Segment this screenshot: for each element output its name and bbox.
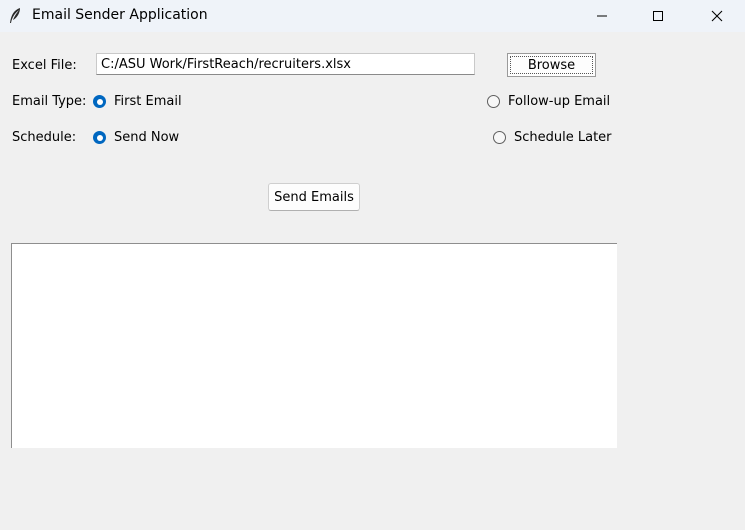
window-title: Email Sender Application	[32, 7, 208, 23]
radio-send-now-label: Send Now	[114, 130, 180, 145]
browse-button[interactable]: Browse	[507, 53, 596, 77]
radio-follow-up-email-label: Follow-up Email	[508, 94, 611, 109]
radio-first-email[interactable]: First Email	[93, 94, 182, 109]
title-bar[interactable]: Email Sender Application	[0, 0, 745, 32]
radio-follow-up-email[interactable]: Follow-up Email	[487, 94, 610, 109]
maximize-button[interactable]	[635, 0, 681, 32]
excel-file-label: Excel File:	[12, 58, 77, 73]
log-textarea[interactable]	[11, 243, 617, 448]
radio-schedule-later-label: Schedule Later	[514, 130, 612, 145]
close-icon	[711, 10, 723, 22]
radio-selected-indicator	[93, 131, 106, 144]
close-button[interactable]	[694, 0, 740, 32]
radio-first-email-label: First Email	[114, 94, 182, 109]
radio-unselected-indicator	[487, 95, 500, 108]
excel-file-input[interactable]: C:/ASU Work/FirstReach/recruiters.xlsx	[96, 53, 475, 75]
minimize-icon	[596, 10, 608, 22]
schedule-label: Schedule:	[12, 130, 77, 145]
feather-icon	[8, 7, 22, 25]
radio-send-now[interactable]: Send Now	[93, 130, 179, 145]
maximize-icon	[652, 10, 664, 22]
app-window: Email Sender Application Excel File: C:/…	[0, 0, 745, 530]
radio-selected-indicator	[93, 95, 106, 108]
radio-schedule-later[interactable]: Schedule Later	[493, 130, 612, 145]
send-emails-button[interactable]: Send Emails	[268, 183, 360, 211]
email-type-label: Email Type:	[12, 94, 87, 109]
radio-unselected-indicator	[493, 131, 506, 144]
minimize-button[interactable]	[579, 0, 625, 32]
